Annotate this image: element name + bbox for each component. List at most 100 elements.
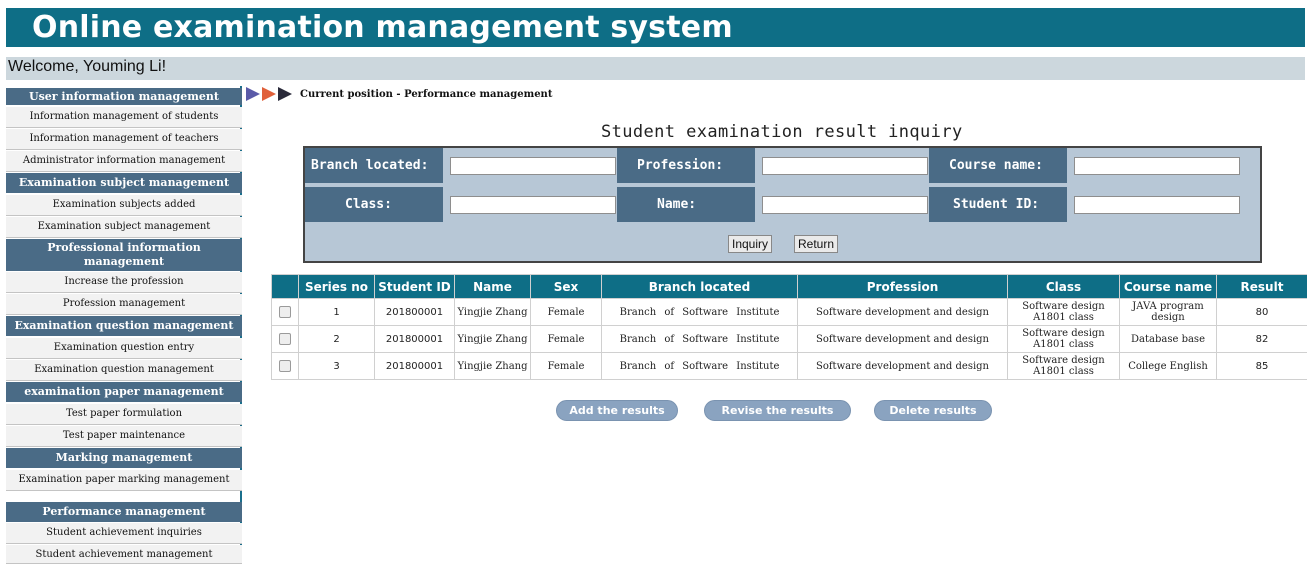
cell-sex: Female bbox=[530, 352, 602, 380]
add-results-button[interactable]: Add the results bbox=[556, 400, 678, 421]
name-input[interactable] bbox=[762, 196, 928, 214]
sidebar-section-performance[interactable]: Performance management bbox=[6, 502, 242, 522]
return-button[interactable]: Return bbox=[794, 235, 839, 253]
cell-branch: Branch of Software Institute bbox=[601, 298, 798, 326]
sidebar-section-marking[interactable]: Marking management bbox=[6, 448, 242, 468]
student-id-label: Student ID: bbox=[929, 187, 1067, 222]
cell-course: Database base bbox=[1119, 325, 1217, 353]
cell-result: 80 bbox=[1216, 298, 1307, 326]
sidebar-section-user[interactable]: User information management bbox=[6, 88, 242, 105]
cell-result: 82 bbox=[1216, 325, 1307, 353]
table-row[interactable]: 3 201800001 Yingjie Zhang Female Branch … bbox=[271, 352, 1307, 380]
column-header-profession[interactable]: Profession bbox=[797, 274, 1008, 299]
column-header-series[interactable]: Series no bbox=[298, 274, 375, 299]
triple-arrow-icon bbox=[278, 87, 292, 101]
delete-results-button[interactable]: Delete results bbox=[874, 400, 992, 421]
class-field-cell bbox=[443, 187, 617, 222]
sidebar-item-subject-management[interactable]: Examination subject management bbox=[6, 217, 242, 238]
welcome-bar: Welcome, Youming Li! bbox=[6, 57, 1305, 80]
student-id-field-cell bbox=[1067, 187, 1260, 222]
revise-results-button[interactable]: Revise the results bbox=[704, 400, 851, 421]
column-header-result[interactable]: Result bbox=[1216, 274, 1307, 299]
row-select-cell bbox=[271, 352, 299, 380]
cell-course: College English bbox=[1119, 352, 1217, 380]
cell-class: Software design A1801 class bbox=[1007, 298, 1120, 326]
row-checkbox[interactable] bbox=[279, 306, 291, 318]
table-row[interactable]: 1 201800001 Yingjie Zhang Female Branch … bbox=[271, 298, 1307, 326]
branch-label: Branch located: bbox=[305, 148, 443, 183]
column-header-course[interactable]: Course name bbox=[1119, 274, 1217, 299]
cell-student-id: 201800001 bbox=[374, 325, 455, 353]
name-label: Name: bbox=[617, 187, 755, 222]
cell-result: 85 bbox=[1216, 352, 1307, 380]
inquiry-button[interactable]: Inquiry bbox=[728, 235, 773, 253]
welcome-text: Welcome, Youming Li! bbox=[8, 58, 167, 75]
profession-input[interactable] bbox=[762, 157, 928, 175]
cell-sex: Female bbox=[530, 325, 602, 353]
sidebar-item-subjects-added[interactable]: Examination subjects added bbox=[6, 195, 242, 216]
sidebar-item-achievement-inquiries[interactable]: Student achievement inquiries bbox=[6, 523, 242, 544]
sidebar-item-administrator[interactable]: Administrator information management bbox=[6, 151, 242, 172]
sidebar-section-question[interactable]: Examination question management bbox=[6, 316, 242, 336]
page-title: Student examination result inquiry bbox=[601, 122, 963, 142]
select-column-header bbox=[271, 274, 299, 299]
cell-name: Yingjie Zhang bbox=[454, 352, 531, 380]
row-select-cell bbox=[271, 298, 299, 326]
cell-series: 3 bbox=[298, 352, 375, 380]
sidebar-item-question-management[interactable]: Examination question management bbox=[6, 360, 242, 381]
sidebar: User information management Information … bbox=[6, 86, 242, 564]
sidebar-item-paper-maintenance[interactable]: Test paper maintenance bbox=[6, 426, 242, 447]
sidebar-section-paper[interactable]: examination paper management bbox=[6, 382, 242, 402]
cell-class: Software design A1801 class bbox=[1007, 325, 1120, 353]
profession-field-cell bbox=[755, 148, 929, 183]
triple-arrow-icon bbox=[246, 87, 260, 101]
sidebar-item-increase-profession[interactable]: Increase the profession bbox=[6, 272, 242, 293]
app-title: Online examination management system bbox=[32, 10, 733, 45]
triple-arrow-icon bbox=[262, 87, 276, 101]
course-name-input[interactable] bbox=[1074, 157, 1240, 175]
student-id-input[interactable] bbox=[1074, 196, 1240, 214]
sidebar-section-subject[interactable]: Examination subject management bbox=[6, 173, 242, 193]
breadcrumb-text: Current position - Performance managemen… bbox=[300, 88, 553, 100]
row-checkbox[interactable] bbox=[279, 360, 291, 372]
column-header-student-id[interactable]: Student ID bbox=[374, 274, 455, 299]
sidebar-item-paper-marking[interactable]: Examination paper marking management bbox=[6, 470, 242, 491]
cell-course: JAVA program design bbox=[1119, 298, 1217, 326]
sidebar-item-profession-management[interactable]: Profession management bbox=[6, 294, 242, 315]
cell-branch: Branch of Software Institute bbox=[601, 352, 798, 380]
breadcrumb: Current position - Performance managemen… bbox=[246, 86, 552, 102]
column-header-name[interactable]: Name bbox=[454, 274, 531, 299]
course-field-cell bbox=[1067, 148, 1260, 183]
class-input[interactable] bbox=[450, 196, 616, 214]
name-field-cell bbox=[755, 187, 929, 222]
sidebar-item-question-entry[interactable]: Examination question entry bbox=[6, 338, 242, 359]
app-header: Online examination management system bbox=[6, 8, 1305, 47]
column-header-class[interactable]: Class bbox=[1007, 274, 1120, 299]
course-label: Course name: bbox=[929, 148, 1067, 183]
branch-input[interactable] bbox=[450, 157, 616, 175]
branch-field-cell bbox=[443, 148, 617, 183]
sidebar-item-students[interactable]: Information management of students bbox=[6, 107, 242, 128]
cell-profession: Software development and design bbox=[797, 325, 1008, 353]
main-content: Current position - Performance managemen… bbox=[246, 86, 1307, 564]
sidebar-item-achievement-management[interactable]: Student achievement management bbox=[6, 545, 242, 564]
cell-name: Yingjie Zhang bbox=[454, 298, 531, 326]
results-table: Series no Student ID Name Sex Branch loc… bbox=[271, 274, 1307, 380]
column-header-sex[interactable]: Sex bbox=[530, 274, 602, 299]
cell-profession: Software development and design bbox=[797, 352, 1008, 380]
class-label: Class: bbox=[305, 187, 443, 222]
sidebar-item-teachers[interactable]: Information management of teachers bbox=[6, 129, 242, 150]
cell-student-id: 201800001 bbox=[374, 352, 455, 380]
table-row[interactable]: 2 201800001 Yingjie Zhang Female Branch … bbox=[271, 325, 1307, 353]
cell-name: Yingjie Zhang bbox=[454, 325, 531, 353]
table-header-row: Series no Student ID Name Sex Branch loc… bbox=[271, 274, 1307, 299]
sidebar-section-professional[interactable]: Professional information management bbox=[6, 239, 242, 271]
cell-student-id: 201800001 bbox=[374, 298, 455, 326]
row-checkbox[interactable] bbox=[279, 333, 291, 345]
row-select-cell bbox=[271, 325, 299, 353]
cell-class: Software design A1801 class bbox=[1007, 352, 1120, 380]
cell-series: 2 bbox=[298, 325, 375, 353]
sidebar-item-paper-formulation[interactable]: Test paper formulation bbox=[6, 404, 242, 425]
column-header-branch[interactable]: Branch located bbox=[601, 274, 798, 299]
cell-branch: Branch of Software Institute bbox=[601, 325, 798, 353]
